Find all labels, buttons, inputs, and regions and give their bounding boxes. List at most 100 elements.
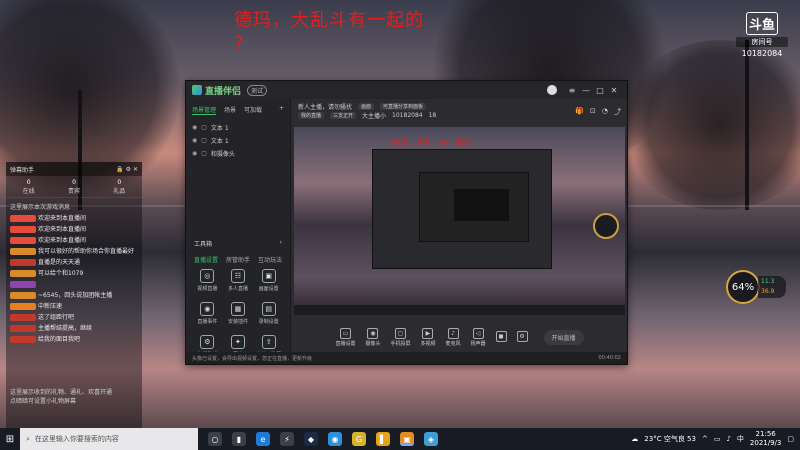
chat-message-text: 直播是的天天通: [38, 259, 81, 266]
lock-icon[interactable]: ⊡: [590, 107, 596, 117]
stream-chip[interactable]: 画面: [358, 103, 375, 110]
taskbar-app-icon[interactable]: ◆: [304, 432, 318, 446]
volume-icon[interactable]: ♪: [726, 435, 730, 443]
toolbox-tab[interactable]: 直播设置: [194, 255, 218, 264]
toolbox-item-icon: ⇪: [261, 335, 276, 349]
chat-message-text: ~6545，回头说加团帐主播: [38, 292, 113, 299]
stream-chip-2[interactable]: 可直播分享到面板: [380, 103, 427, 110]
app-main: 新人主播，请勿骚扰 画面 可直播分享到面板 我的直播 三支正开 大主播小 101…: [292, 99, 627, 352]
eye-icon[interactable]: ◉: [192, 150, 197, 157]
close-icon[interactable]: ✕: [607, 86, 621, 95]
taskbar-app-icon[interactable]: ▌: [376, 432, 390, 446]
toolbox-item-icon: ◉: [200, 302, 215, 316]
add-scene-button[interactable]: +: [279, 105, 284, 115]
chat-message-text: 给我的面目我吧: [38, 336, 81, 343]
settings-icon[interactable]: ≡: [565, 86, 579, 95]
control-button[interactable]: ◁ 扬声器: [471, 327, 486, 347]
ime-indicator[interactable]: 中: [737, 434, 744, 444]
control-button[interactable]: ◉ 摄像头: [365, 327, 380, 347]
taskbar-app-icon[interactable]: ▣: [400, 432, 414, 446]
toolbox-item[interactable]: ☷ 多人直播: [223, 269, 254, 292]
tray-chevron-icon[interactable]: ^: [702, 435, 708, 443]
toolbox-item-icon: ⚙: [200, 335, 215, 349]
control-bar: ▭ 直播设置 ◉ 摄像头 ▢ 手机投屏 ▶ 多视频 ♪ 麦克风 ◁ 扬声器 ◼ ⚙ 开始直播: [292, 322, 627, 352]
eye-icon[interactable]: ◉: [192, 137, 197, 144]
toolbox-item-label: 安装插件: [227, 319, 248, 325]
toolbox-item[interactable]: ▤ 录制设置: [253, 302, 284, 325]
user-avatar[interactable]: [547, 85, 557, 95]
taskbar-app-icon[interactable]: e: [256, 432, 270, 446]
main-icon-bar: 🎁 ⊡ ◔ ⤴: [575, 107, 621, 117]
chat-message-text: 主播帮结提高，继续: [38, 325, 93, 332]
chat-tab[interactable]: 0 礼品: [113, 179, 125, 195]
control-button[interactable]: ▶ 多视频: [420, 327, 436, 347]
scene-tab[interactable]: 场景管理: [192, 105, 217, 115]
start-stream-button[interactable]: 开始直播: [543, 329, 584, 345]
windows-taskbar: ⊞ ⌕ 在这里输入你要搜索的内容 ○ ▮ e ⚡ ◆ ◉ G ▌ ▣ ◈ ☁ 23°C 空气良 5…: [0, 428, 800, 450]
chat-tab[interactable]: 0 贵宾: [68, 179, 80, 195]
toolbox-item[interactable]: ▦ 安装插件: [223, 302, 254, 325]
toolbox-item[interactable]: ▣ 画面设置: [253, 269, 284, 292]
taskbar-app-icon[interactable]: ◈: [424, 432, 438, 446]
toolbox-item-icon: ▤: [261, 302, 276, 316]
app-logo: 直播伴侣: [192, 84, 241, 97]
user-badge: [10, 281, 36, 288]
scene-tab[interactable]: 场景: [224, 105, 236, 115]
toolbox-item-label: 视频直播: [197, 286, 218, 292]
stream-preview[interactable]: 德玛，大乱斗有一起的: [294, 127, 625, 315]
scene-item[interactable]: ◉ ▢ 文本 1: [186, 134, 290, 147]
category-chip[interactable]: 我的直播: [298, 112, 325, 119]
eye-icon[interactable]: ◉: [192, 124, 197, 131]
chat-tab[interactable]: 0 在线: [23, 179, 35, 195]
scene-item[interactable]: ◉ ▢ 和摄像头: [186, 147, 290, 160]
control-icon: ◉: [367, 327, 379, 339]
taskbar-search[interactable]: ⌕ 在这里输入你要搜索的内容: [20, 428, 198, 450]
maximize-icon[interactable]: □: [593, 86, 607, 95]
scene-tab[interactable]: 可加载: [244, 105, 262, 115]
preview-nested-window-3: [454, 189, 509, 221]
control-button[interactable]: ▢ 手机投屏: [390, 327, 410, 347]
network-icon[interactable]: ▭: [714, 435, 721, 443]
control-button[interactable]: ♪ 麦克风: [446, 327, 461, 347]
gift-icon[interactable]: 🎁: [575, 107, 584, 117]
chat-tab-count: 0: [26, 178, 31, 186]
scene-label: 文本 1: [210, 125, 229, 132]
scene-list: ◉ ▢ 文本 1 ◉ ▢ 文本 1 ◉ ▢ 和摄像头: [186, 117, 290, 160]
minimize-icon[interactable]: —: [579, 86, 593, 95]
control-button[interactable]: ⚙: [516, 331, 528, 343]
performance-gauge[interactable]: 64%: [726, 270, 760, 304]
clock-date: 2021/9/3: [749, 439, 782, 447]
toolbox-tab[interactable]: 互动玩法: [258, 255, 282, 264]
user-badge: [10, 215, 36, 222]
taskbar-app-icon[interactable]: ◉: [328, 432, 342, 446]
chat-message: 我可以很好的帮助你场合你直播最好: [6, 246, 142, 257]
toolbox-tab[interactable]: 房管助手: [226, 255, 250, 264]
bell-icon[interactable]: ◔: [602, 107, 608, 117]
preview-headline: 德玛，大乱斗有一起的: [392, 138, 472, 147]
toolbox-arrow-icon[interactable]: ›: [280, 239, 282, 248]
taskbar-app-icon[interactable]: ○: [208, 432, 222, 446]
taskbar-app-icon[interactable]: ▮: [232, 432, 246, 446]
weather-text[interactable]: 23°C 空气良 53: [644, 434, 696, 444]
system-tray: ☁ 23°C 空气良 53 ^ ▭ ♪ 中 21:56 2021/9/3 ▢: [631, 430, 800, 448]
taskbar-app-icon[interactable]: ⚡: [280, 432, 294, 446]
toolbox-title: 工具箱: [194, 241, 213, 248]
chat-controls[interactable]: 🔒 ⚙ ✕: [116, 166, 138, 173]
toolbox-item-label: 直播事件: [197, 319, 218, 325]
start-button[interactable]: ⊞: [0, 434, 20, 445]
toolbox-item[interactable]: ◎ 视频直播: [192, 269, 223, 292]
chat-message-text: 欢迎来到本直播间: [38, 215, 87, 222]
stream-title[interactable]: 新人主播，请勿骚扰: [298, 102, 352, 111]
taskbar-app-icon[interactable]: G: [352, 432, 366, 446]
notification-icon[interactable]: ▢: [787, 435, 794, 443]
share-icon[interactable]: ⤴: [614, 107, 621, 117]
headline-text: 德玛，大乱斗有一起的: [234, 10, 424, 31]
category-chip-2[interactable]: 三支正开: [330, 112, 357, 119]
app-title: 直播伴侣: [205, 86, 242, 97]
scene-item[interactable]: ◉ ▢ 文本 1: [186, 121, 290, 134]
toolbox-item[interactable]: ◉ 直播事件: [192, 302, 223, 325]
control-button[interactable]: ▭ 直播设置: [335, 327, 355, 347]
control-button[interactable]: ◼: [495, 331, 507, 343]
clock[interactable]: 21:56 2021/9/3: [750, 430, 781, 448]
chat-message: 中新压速: [6, 301, 142, 312]
